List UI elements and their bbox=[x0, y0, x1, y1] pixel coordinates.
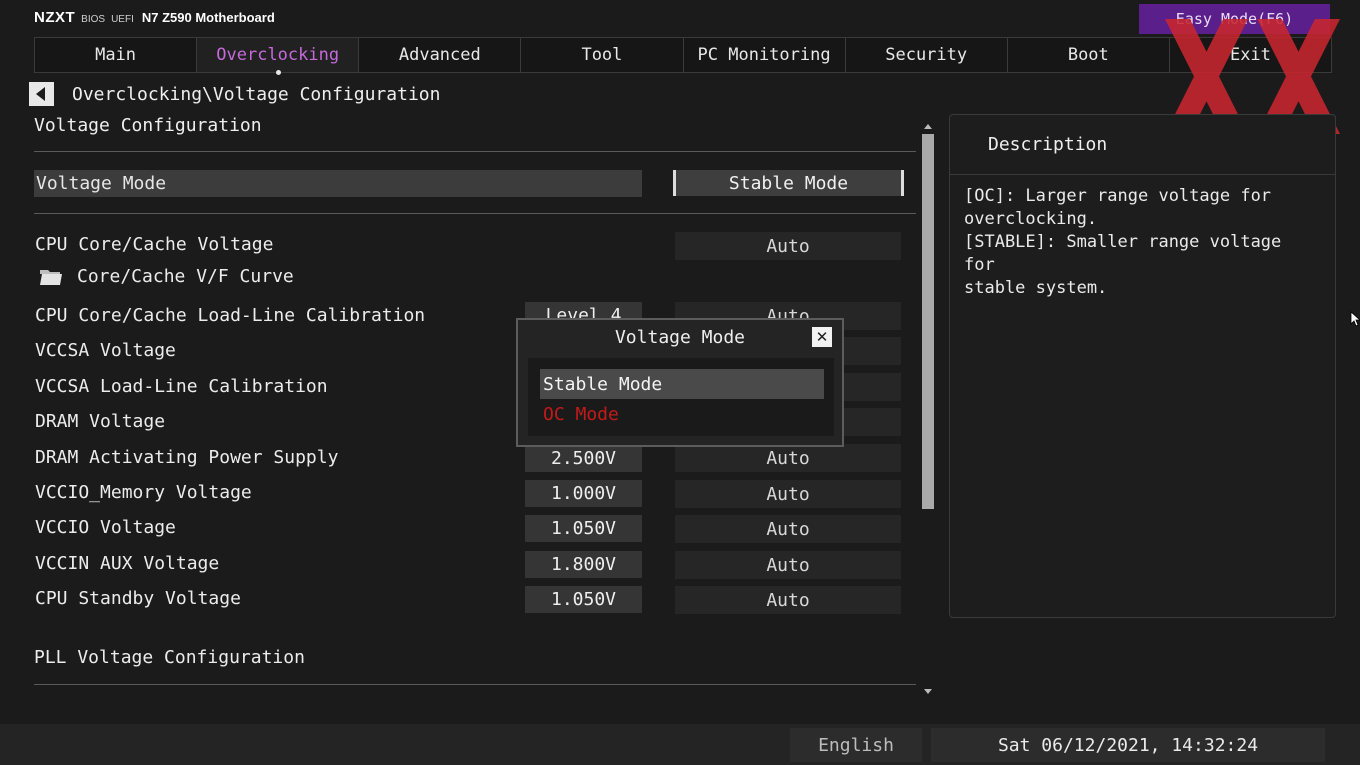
cpu-standby-auto[interactable]: Auto bbox=[675, 586, 901, 614]
dialog-title: Voltage Mode bbox=[614, 327, 746, 348]
vccsa-voltage-label[interactable]: VCCSA Voltage bbox=[35, 340, 176, 361]
close-icon[interactable]: ✕ bbox=[812, 327, 832, 347]
cpu-standby-value[interactable]: 1.050V bbox=[525, 586, 642, 613]
option-oc-mode[interactable]: OC Mode bbox=[540, 399, 824, 429]
tab-tool[interactable]: Tool bbox=[521, 38, 684, 72]
cpu-core-cache-voltage-label[interactable]: CPU Core/Cache Voltage bbox=[35, 234, 273, 255]
tab-main[interactable]: Main bbox=[35, 38, 198, 72]
vccio-voltage-label[interactable]: VCCIO Voltage bbox=[35, 517, 176, 538]
datetime-display: Sat 06/12/2021, 14:32:24 bbox=[931, 728, 1325, 762]
tab-pc-monitoring[interactable]: PC Monitoring bbox=[684, 38, 846, 72]
voltage-mode-dialog: Voltage Mode ✕ Stable Mode OC Mode bbox=[516, 318, 844, 447]
language-button[interactable]: English bbox=[790, 728, 922, 762]
dram-activating-label[interactable]: DRAM Activating Power Supply bbox=[35, 447, 338, 468]
easy-mode-button[interactable]: Easy Mode(F6) bbox=[1139, 4, 1330, 34]
divider bbox=[34, 213, 916, 214]
voltage-mode-label: Voltage Mode bbox=[36, 173, 167, 194]
tab-boot[interactable]: Boot bbox=[1008, 38, 1170, 72]
bios-label: BIOS bbox=[81, 14, 106, 25]
pll-voltage-section[interactable]: PLL Voltage Configuration bbox=[34, 647, 305, 668]
nzxt-logo: NZXT bbox=[34, 9, 76, 26]
vccin-aux-label[interactable]: VCCIN AUX Voltage bbox=[35, 553, 219, 574]
back-button[interactable] bbox=[29, 82, 54, 106]
scroll-up-icon[interactable] bbox=[924, 124, 932, 129]
dram-activating-auto[interactable]: Auto bbox=[675, 444, 901, 472]
dialog-option-list: Stable Mode OC Mode bbox=[528, 358, 834, 436]
vccio-memory-label[interactable]: VCCIO_Memory Voltage bbox=[35, 482, 252, 503]
cpu-core-cache-voltage-auto[interactable]: Auto bbox=[675, 232, 901, 260]
voltage-mode-row[interactable]: Voltage Mode bbox=[34, 170, 642, 197]
cpu-standby-label[interactable]: CPU Standby Voltage bbox=[35, 588, 241, 609]
brand-header: NZXT BIOS UEFI N7 Z590 Motherboard bbox=[34, 9, 275, 29]
main-tabs: Main Overclocking Advanced Tool PC Monit… bbox=[34, 37, 1332, 75]
tab-security[interactable]: Security bbox=[846, 38, 1008, 72]
board-name: N7 Z590 Motherboard bbox=[141, 10, 275, 25]
dram-voltage-label[interactable]: DRAM Voltage bbox=[35, 411, 165, 432]
uefi-label: UEFI bbox=[111, 14, 134, 25]
scroll-down-icon[interactable] bbox=[924, 689, 932, 694]
vccio-voltage-value[interactable]: 1.050V bbox=[525, 515, 642, 542]
divider bbox=[34, 151, 916, 152]
mouse-cursor-icon bbox=[1350, 311, 1360, 327]
divider bbox=[34, 684, 916, 685]
vccio-voltage-auto[interactable]: Auto bbox=[675, 515, 901, 543]
voltage-mode-select[interactable]: Stable Mode bbox=[673, 170, 904, 196]
breadcrumb: Overclocking\Voltage Configuration bbox=[72, 84, 441, 105]
footer-bar: English Sat 06/12/2021, 14:32:24 bbox=[0, 724, 1360, 765]
description-panel: Description [OC]: Larger range voltage f… bbox=[949, 114, 1336, 618]
tab-overclocking[interactable]: Overclocking bbox=[197, 38, 360, 75]
dram-activating-value[interactable]: 2.500V bbox=[525, 445, 642, 472]
scrollbar[interactable] bbox=[921, 122, 935, 696]
tab-advanced[interactable]: Advanced bbox=[359, 38, 522, 72]
vccin-aux-auto[interactable]: Auto bbox=[675, 551, 901, 579]
vccio-memory-auto[interactable]: Auto bbox=[675, 480, 901, 508]
vf-curve-submenu[interactable]: Core/Cache V/F Curve bbox=[77, 266, 294, 287]
option-stable-mode[interactable]: Stable Mode bbox=[540, 369, 824, 399]
scroll-thumb[interactable] bbox=[922, 134, 934, 509]
section-title: Voltage Configuration bbox=[34, 115, 262, 136]
vccsa-llc-label[interactable]: VCCSA Load-Line Calibration bbox=[35, 376, 328, 397]
folder-icon bbox=[40, 270, 62, 285]
description-title: Description bbox=[950, 115, 1335, 175]
vccio-memory-value[interactable]: 1.000V bbox=[525, 480, 642, 507]
back-arrow-icon bbox=[36, 87, 45, 101]
cpu-llc-label[interactable]: CPU Core/Cache Load-Line Calibration bbox=[35, 305, 425, 326]
tab-exit[interactable]: Exit bbox=[1170, 38, 1331, 72]
vccin-aux-value[interactable]: 1.800V bbox=[525, 551, 642, 578]
description-text: [OC]: Larger range voltage for overclock… bbox=[964, 186, 1282, 298]
